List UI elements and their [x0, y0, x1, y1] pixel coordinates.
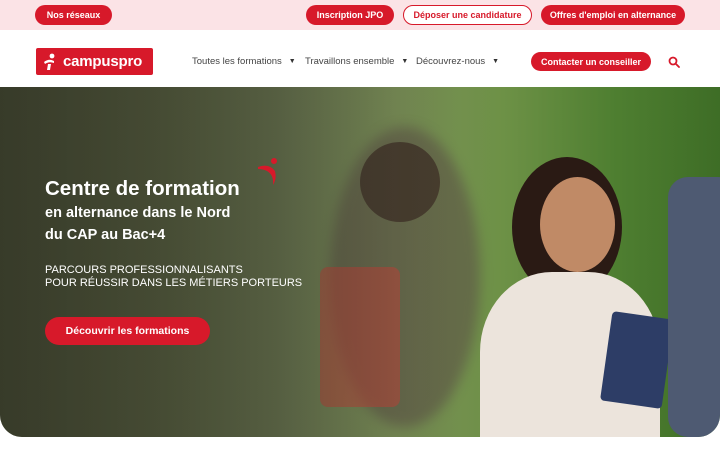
campuspro-logo[interactable]: campuspro — [36, 48, 153, 75]
discover-trainings-button[interactable]: Découvrir les formations — [45, 317, 210, 345]
campuspro-mark-icon — [44, 53, 55, 70]
hero-subtitle-line2: du CAP au Bac+4 — [45, 227, 166, 243]
hero-tagline-line2: POUR RÉUSSIR DANS LES MÉTIERS PORTEURS — [45, 277, 303, 289]
page-bottom — [0, 437, 720, 450]
hero-title: Centre de formation — [45, 177, 240, 200]
hero-photo-book — [600, 311, 674, 409]
nav-all-trainings[interactable]: Toutes les formations ▼ — [192, 56, 296, 67]
caret-down-icon: ▼ — [492, 58, 500, 65]
hero-tagline-line1: PARCOURS PROFESSIONNALISANTS — [45, 264, 243, 276]
hero-photo-figure — [668, 177, 720, 437]
contact-advisor-button[interactable]: Contacter un conseiller — [531, 52, 651, 71]
nav-label: Toutes les formations — [192, 56, 282, 67]
search-icon[interactable] — [668, 56, 680, 68]
apply-button[interactable]: Déposer une candidature — [403, 5, 532, 25]
nav-label: Découvrez-nous — [416, 56, 486, 67]
brand-swoosh-icon — [258, 158, 277, 185]
job-offers-button[interactable]: Offres d'emploi en alternance — [541, 5, 685, 25]
hero-overlay — [0, 87, 460, 437]
nav-discover-us[interactable]: Découvrez-nous ▼ — [416, 56, 499, 67]
caret-down-icon: ▼ — [288, 58, 296, 65]
networks-button[interactable]: Nos réseaux — [35, 5, 112, 25]
hero-subtitle-line1: en alternance dans le Nord — [45, 205, 231, 221]
hero-photo-face — [540, 177, 615, 272]
jpo-registration-button[interactable]: Inscription JPO — [306, 5, 394, 25]
top-bar: Nos réseaux Inscription JPO Déposer une … — [0, 0, 720, 30]
hero-banner: Centre de formation en alternance dans l… — [0, 87, 720, 437]
nav-work-together[interactable]: Travaillons ensemble ▼ — [305, 56, 408, 67]
logo-text: campuspro — [63, 53, 143, 70]
main-header: campuspro Toutes les formations ▼ Travai… — [0, 30, 720, 87]
nav-label: Travaillons ensemble — [305, 56, 395, 67]
caret-down-icon: ▼ — [401, 58, 409, 65]
